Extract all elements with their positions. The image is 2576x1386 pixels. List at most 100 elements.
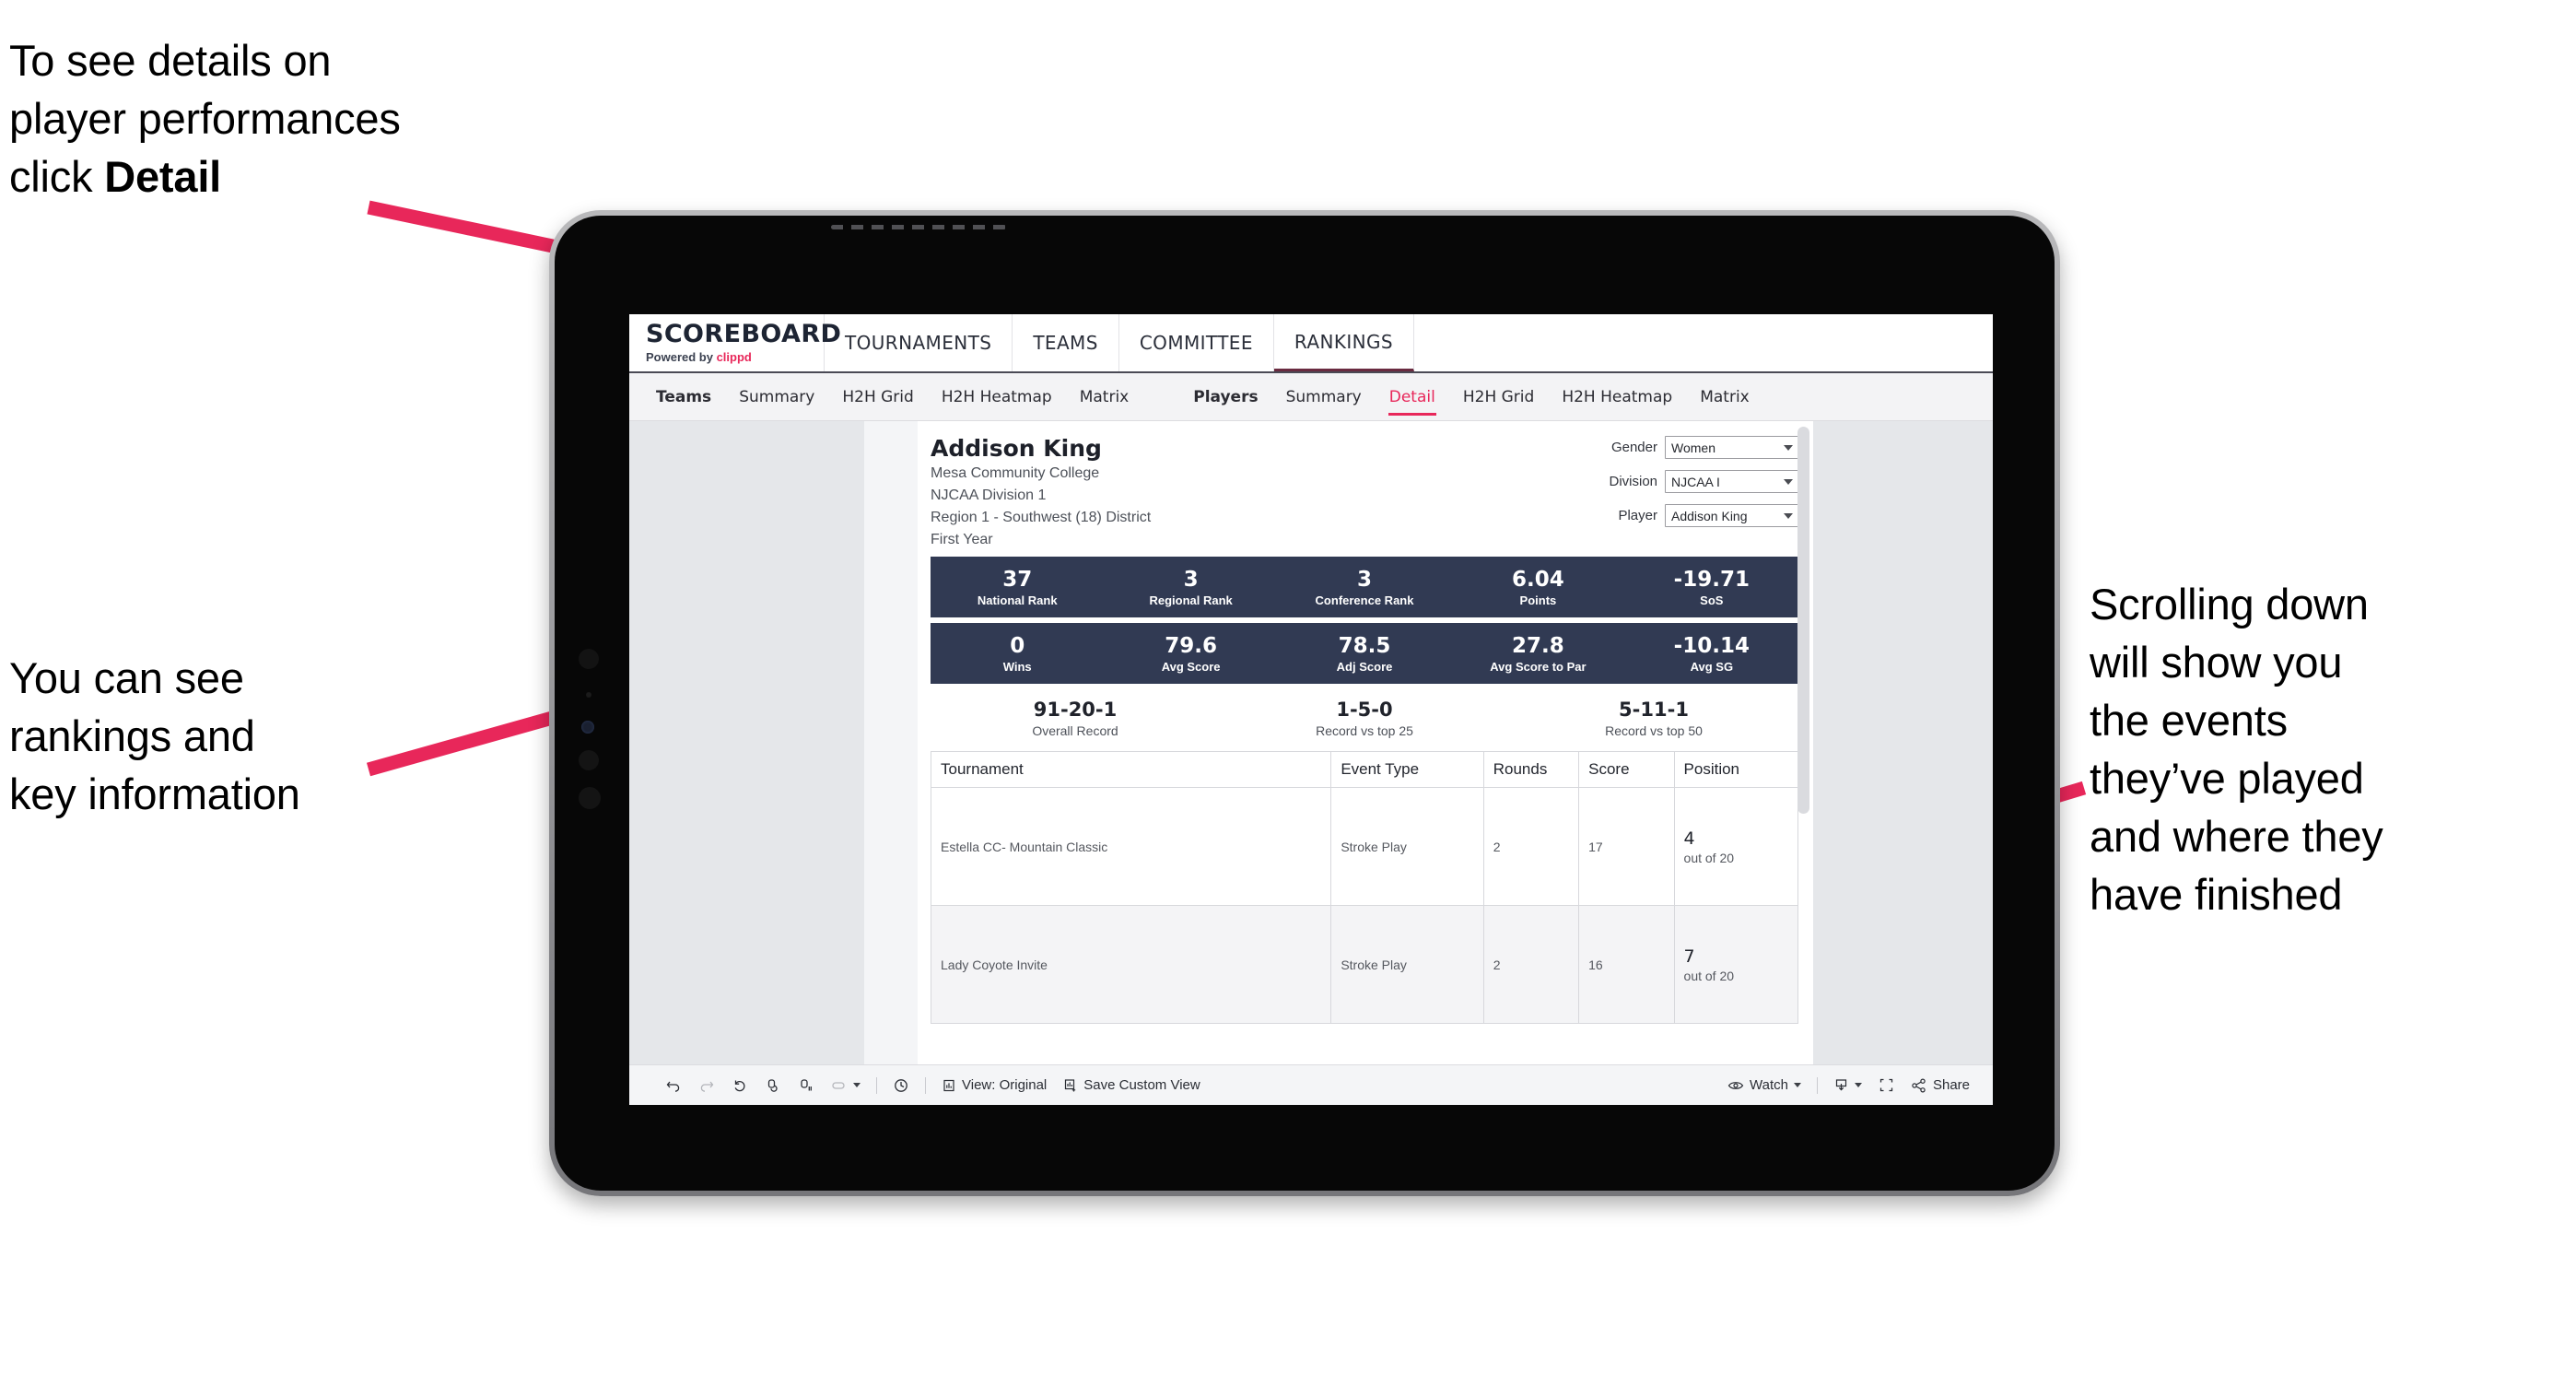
filter-gender-select[interactable]: Women: [1665, 436, 1798, 459]
view-original-label: View: Original: [962, 1077, 1048, 1093]
filter-panel: Gender Women Division NJCAA I Player Add…: [1596, 434, 1798, 551]
record-label: Record vs top 25: [1316, 723, 1413, 739]
dashboard-sheet: Addison King Mesa Community College NJCA…: [864, 421, 1813, 1064]
kpi-value: -19.71: [1673, 567, 1750, 592]
annotation-scrolling-callout: Scrolling down will show you the events …: [2090, 576, 2550, 924]
revert-button[interactable]: [723, 1077, 756, 1094]
table-row[interactable]: Estella CC- Mountain Classic Stroke Play…: [930, 787, 1799, 907]
nav-tournaments[interactable]: TOURNAMENTS: [825, 314, 1013, 371]
record-overall: 91-20-1 Overall Record: [931, 699, 1220, 738]
chevron-down-icon: [1784, 444, 1793, 451]
show-hide-button[interactable]: [884, 1077, 918, 1094]
annotation-line: click Detail: [9, 148, 599, 206]
kpi-avg-score-to-par: 27.8 Avg Score to Par: [1451, 634, 1624, 674]
save-custom-view-button[interactable]: Save Custom View: [1055, 1077, 1208, 1093]
table-row[interactable]: Lady Coyote Invite Stroke Play 2 16 7 ou…: [930, 905, 1799, 1025]
annotation-line: player performances: [9, 93, 401, 143]
viz-toolbar: View: Original Save Custom View Watch Sh…: [629, 1064, 1993, 1105]
cell-rounds: 2: [1482, 905, 1580, 1025]
column-header-position[interactable]: Position: [1673, 751, 1799, 789]
tab-players-summary[interactable]: Summary: [1272, 373, 1376, 420]
kpi-label: Regional Rank: [1149, 593, 1233, 607]
cell-position: 7 out of 20: [1673, 905, 1799, 1025]
tab-players-matrix[interactable]: Matrix: [1686, 373, 1763, 420]
annotation-line-prefix: click: [9, 151, 105, 201]
kpi-national-rank: 37 National Rank: [931, 568, 1104, 607]
cell-tournament: Lady Coyote Invite: [930, 905, 1332, 1025]
chevron-down-icon: [1854, 1083, 1862, 1087]
undo-button[interactable]: [657, 1077, 690, 1094]
filter-player-value: Addison King: [1671, 508, 1748, 523]
cell-event-type: Stroke Play: [1330, 905, 1484, 1025]
undo-history-dropdown[interactable]: [823, 1080, 869, 1091]
refresh-button[interactable]: [756, 1077, 790, 1094]
undo-icon: [665, 1077, 682, 1094]
filter-player-select[interactable]: Addison King: [1665, 504, 1798, 527]
tab-teams-summary[interactable]: Summary: [725, 373, 828, 420]
column-header-score[interactable]: Score: [1578, 751, 1675, 789]
dashboard-body: Addison King Mesa Community College NJCA…: [918, 421, 1813, 1064]
share-icon: [1911, 1078, 1927, 1093]
cell-score: 17: [1578, 787, 1675, 907]
kpi-value: 27.8: [1512, 633, 1564, 658]
tab-players-h2h-grid[interactable]: H2H Grid: [1449, 373, 1548, 420]
tab-players-detail[interactable]: Detail: [1376, 373, 1449, 420]
column-header-event-type[interactable]: Event Type: [1330, 751, 1484, 789]
record-row: 91-20-1 Overall Record 1-5-0 Record vs t…: [931, 684, 1798, 752]
tab-teams-h2h-grid[interactable]: H2H Grid: [828, 373, 927, 420]
watch-button[interactable]: Watch: [1719, 1077, 1809, 1093]
view-icon: [942, 1078, 956, 1093]
viz-tab-strip: Teams Summary H2H Grid H2H Heatmap Matri…: [629, 373, 1993, 421]
fullscreen-icon: [1879, 1077, 1894, 1093]
column-header-tournament[interactable]: Tournament: [930, 751, 1332, 789]
tab-teams-matrix[interactable]: Matrix: [1066, 373, 1143, 420]
kpi-label: Avg Score to Par: [1490, 659, 1587, 674]
annotation-detail-callout: To see details on player performances cl…: [9, 32, 599, 206]
kpi-adj-score: 78.5 Adj Score: [1278, 634, 1451, 674]
chevron-down-icon: [1784, 512, 1793, 519]
cell-event-type: Stroke Play: [1330, 787, 1484, 907]
cell-score: 16: [1578, 905, 1675, 1025]
tab-group-label-players: Players: [1193, 387, 1259, 406]
kpi-value: 6.04: [1512, 567, 1564, 592]
nav-teams[interactable]: TEAMS: [1013, 314, 1119, 371]
redo-icon: [698, 1077, 715, 1094]
download-button[interactable]: [1825, 1077, 1870, 1093]
share-label: Share: [1932, 1077, 1970, 1093]
brand-logo[interactable]: SCOREBOARD Powered by clippd: [629, 314, 842, 371]
camera-icon: [579, 649, 599, 669]
brand-title: SCOREBOARD: [646, 320, 842, 348]
nav-rankings[interactable]: RANKINGS: [1273, 314, 1414, 371]
filter-division-select[interactable]: NJCAA I: [1665, 470, 1798, 493]
toolbar-divider: [925, 1076, 926, 1094]
position-value: 4: [1683, 828, 1695, 849]
kpi-label: Wins: [1002, 659, 1032, 674]
nav-committee[interactable]: COMMITTEE: [1119, 314, 1274, 371]
eye-icon: [1727, 1079, 1744, 1092]
cell-rounds: 2: [1482, 787, 1580, 907]
fullscreen-button[interactable]: [1870, 1077, 1903, 1093]
cell-position: 4 out of 20: [1673, 787, 1799, 907]
kpi-value: 3: [1357, 567, 1373, 592]
tablet-bezel: SCOREBOARD Powered by clippd TOURNAMENTS…: [555, 216, 2055, 1191]
pause-button[interactable]: [790, 1077, 823, 1094]
view-original-button[interactable]: View: Original: [933, 1077, 1055, 1093]
share-button[interactable]: Share: [1903, 1077, 1978, 1093]
filter-gender-value: Women: [1671, 440, 1715, 455]
player-region: Region 1 - Southwest (18) District: [931, 510, 1152, 526]
player-division: NJCAA Division 1: [931, 487, 1047, 504]
browser-screen: SCOREBOARD Powered by clippd TOURNAMENTS…: [629, 314, 1993, 1105]
record-value: 1-5-0: [1336, 699, 1393, 722]
column-header-rounds[interactable]: Rounds: [1482, 751, 1580, 789]
tab-players-h2h-heatmap[interactable]: H2H Heatmap: [1548, 373, 1686, 420]
tab-teams-h2h-heatmap[interactable]: H2H Heatmap: [928, 373, 1066, 420]
site-top-nav: SCOREBOARD Powered by clippd TOURNAMENTS…: [629, 314, 1993, 373]
kpi-sos: -19.71 SoS: [1625, 568, 1798, 607]
kpi-label: Conference Rank: [1315, 593, 1414, 607]
annotation-line: key information: [9, 769, 300, 818]
loop-icon: [831, 1080, 848, 1091]
kpi-value: -10.14: [1673, 633, 1750, 658]
record-vs-top-25: 1-5-0 Record vs top 25: [1220, 699, 1509, 738]
redo-button[interactable]: [690, 1077, 723, 1094]
viz-vertical-scrollbar[interactable]: [1797, 427, 1809, 814]
